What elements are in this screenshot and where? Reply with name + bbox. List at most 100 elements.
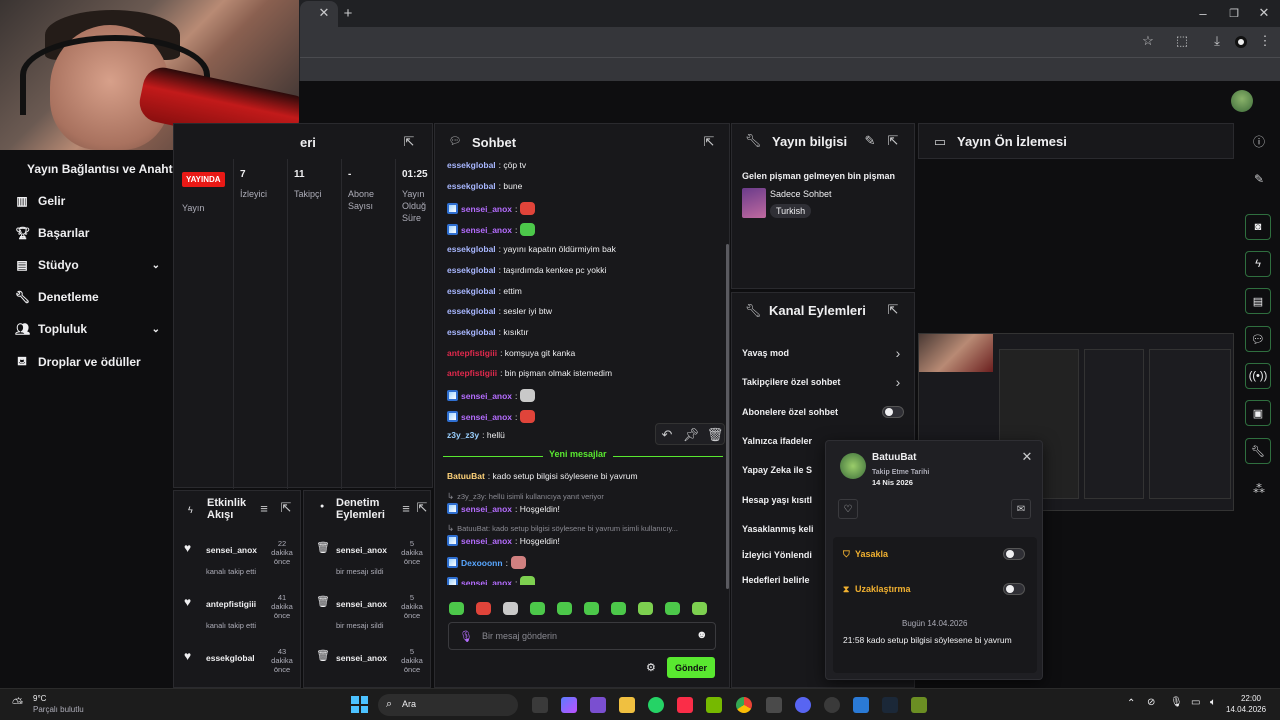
chat-message[interactable]: essekglobal: yayını kapatın öldürmiyim b… xyxy=(447,244,616,254)
music-icon[interactable] xyxy=(677,697,693,713)
app-icon[interactable] xyxy=(853,697,869,713)
emote-icon[interactable] xyxy=(665,602,680,615)
modaction-user[interactable]: sensei_anox xyxy=(336,599,387,609)
chat-username[interactable]: BatuuBat xyxy=(447,471,485,481)
popout-icon[interactable]: ⇱ xyxy=(280,500,292,515)
sidebar-item-droplar[interactable]: ⛾ Droplar ve ödüller xyxy=(15,354,141,370)
chat-username[interactable]: essekglobal xyxy=(447,181,496,191)
category-name[interactable]: Sadece Sohbet xyxy=(770,189,832,199)
chat-username[interactable]: sensei_anox xyxy=(461,204,512,214)
action-followers-only[interactable]: Takipçilere özel sohbet xyxy=(742,377,840,387)
chat-username[interactable]: essekglobal xyxy=(447,306,496,316)
popout-icon[interactable]: ⇱ xyxy=(886,133,900,148)
chat-scrollbar[interactable] xyxy=(726,244,729,589)
clipboard-icon[interactable]: ▤ xyxy=(1245,288,1271,314)
save-icon[interactable]: ▣ xyxy=(1245,400,1271,426)
chat-message[interactable]: sensei_anox: xyxy=(447,389,536,402)
heart-icon[interactable]: ♡ xyxy=(838,499,858,519)
popout-icon[interactable]: ⇱ xyxy=(886,302,900,317)
chat-message[interactable]: essekglobal: sesler iyi btw xyxy=(447,306,552,316)
chat-username[interactable]: essekglobal xyxy=(447,244,496,254)
reply-icon[interactable]: ↶ xyxy=(660,427,674,442)
menu-dots-icon[interactable]: ⋮ xyxy=(1258,33,1272,48)
clock-time[interactable]: 22:00 xyxy=(1231,694,1271,703)
edit-pencil-icon[interactable]: ✎ xyxy=(863,133,877,148)
chat-message[interactable]: antepfistigiii: bin pişman olmak istemed… xyxy=(447,368,612,378)
close-window-icon[interactable]: ✕ xyxy=(1257,5,1271,20)
chat-message[interactable]: sensei_anox: xyxy=(447,576,536,586)
copilot-icon[interactable] xyxy=(561,697,577,713)
event-user[interactable]: essekglobal xyxy=(206,653,255,663)
file-explorer-icon[interactable] xyxy=(619,697,635,713)
filter-icon[interactable]: ≡ xyxy=(400,501,412,516)
chat-settings-icon[interactable]: ⚙ xyxy=(646,661,656,674)
action-slow-mode[interactable]: Yavaş mod xyxy=(742,348,789,358)
profile-icon[interactable] xyxy=(1235,36,1247,48)
chat-input[interactable]: 🎙︎ Bir mesaj gönderin ☻ xyxy=(448,622,716,650)
clock-date[interactable]: 14.04.2026 xyxy=(1226,705,1266,714)
sidebar-header[interactable]: Yayın Bağlantısı ve Anahtarı xyxy=(27,162,187,176)
chat-message[interactable]: Dexooonn: xyxy=(447,556,526,569)
emote-icon[interactable] xyxy=(503,602,518,615)
event-user[interactable]: sensei_anox xyxy=(206,545,257,555)
chat-username[interactable]: sensei_anox xyxy=(461,578,512,586)
action-ai[interactable]: Yapay Zeka ile S xyxy=(742,465,812,475)
chat-message[interactable]: essekglobal: bune xyxy=(447,181,522,191)
modaction-user[interactable]: sensei_anox xyxy=(336,545,387,555)
popout-icon[interactable]: ⇱ xyxy=(416,500,428,515)
popup-username[interactable]: BatuuBat xyxy=(872,452,916,463)
chat-username[interactable]: sensei_anox xyxy=(461,225,512,235)
broadcast-icon[interactable]: ((•)) xyxy=(1245,363,1271,389)
chat-message[interactable]: essekglobal: taşırdımda kenkee pc yokki xyxy=(447,265,606,275)
download-icon[interactable]: ⤓ xyxy=(1210,33,1224,48)
chevron-up-icon[interactable]: ⌃ xyxy=(1127,698,1135,709)
close-tab-icon[interactable]: ✕ xyxy=(318,5,330,20)
bookmark-star-icon[interactable]: ☆ xyxy=(1141,33,1155,48)
minecraft-icon[interactable] xyxy=(911,697,927,713)
action-emote-only[interactable]: Yalnızca ifadeler xyxy=(742,436,812,446)
emote-icon[interactable] xyxy=(584,602,599,615)
emote-icon[interactable] xyxy=(530,602,545,615)
modaction-user[interactable]: sensei_anox xyxy=(336,653,387,663)
taskbar-search[interactable]: ⌕ Ara xyxy=(378,694,518,716)
pin-icon[interactable]: 📌︎ xyxy=(683,427,700,442)
popout-icon[interactable]: ⇱ xyxy=(402,134,416,149)
action-raid[interactable]: İzleyici Yönlendi xyxy=(742,550,812,560)
app-icon[interactable] xyxy=(590,697,606,713)
sidebar-item-basarilar[interactable]: 🏆︎ Başarılar xyxy=(15,226,89,240)
chat-message[interactable]: antepfistigiii: komşuya git kanka xyxy=(447,348,575,358)
chat-message[interactable]: essekglobal: ettim xyxy=(447,286,522,296)
edit-pencil-icon[interactable]: ✎ xyxy=(1251,171,1267,187)
action-banned-words[interactable]: Yasaklanmış keli xyxy=(742,524,814,534)
chat-username[interactable]: Dexooonn xyxy=(461,558,503,568)
display-icon[interactable]: ▭ xyxy=(1191,697,1200,708)
user-avatar[interactable] xyxy=(1231,90,1253,112)
task-view-icon[interactable] xyxy=(532,697,548,713)
event-user[interactable]: antepfistigiii xyxy=(206,599,256,609)
timeout-toggle[interactable] xyxy=(1003,583,1025,595)
chat-message[interactable]: essekglobal: kısıktır xyxy=(447,327,528,337)
app-icon[interactable] xyxy=(824,697,840,713)
sidebar-item-gelir[interactable]: ▥ Gelir xyxy=(15,194,65,208)
info-icon[interactable]: ⓘ xyxy=(1251,133,1267,149)
restore-icon[interactable]: ❐ xyxy=(1227,6,1241,20)
chevron-right-icon[interactable]: › xyxy=(892,345,904,361)
ban-toggle[interactable] xyxy=(1003,548,1025,560)
clip-icon[interactable]: ◙ xyxy=(1245,214,1271,240)
chat-icon[interactable]: 💬︎ xyxy=(1245,326,1271,352)
weather-desc[interactable]: Parçalı bulutlu xyxy=(33,705,84,714)
emote-icon[interactable] xyxy=(449,602,464,615)
sidebar-item-studyo[interactable]: ▤ Stüdyo ⌄ xyxy=(15,258,160,272)
emote-icon[interactable] xyxy=(611,602,626,615)
stream-tag[interactable]: Turkish xyxy=(770,204,812,218)
emote-icon[interactable] xyxy=(557,602,572,615)
weather-icon[interactable]: ⛅︎ xyxy=(12,695,23,712)
emote-icon[interactable] xyxy=(476,602,491,615)
whatsapp-icon[interactable] xyxy=(648,697,664,713)
chevron-down-icon[interactable]: ⌄ xyxy=(152,324,160,335)
chat-message[interactable]: sensei_anox: xyxy=(447,202,536,215)
chat-message[interactable]: BatuuBat: kado setup bilgisi söylesene b… xyxy=(447,471,638,481)
chat-message[interactable]: z3y_z3y: hellü xyxy=(447,430,505,440)
chat-username[interactable]: z3y_z3y xyxy=(447,430,479,440)
action-account-age[interactable]: Hesap yaşı kısıtl xyxy=(742,495,812,505)
